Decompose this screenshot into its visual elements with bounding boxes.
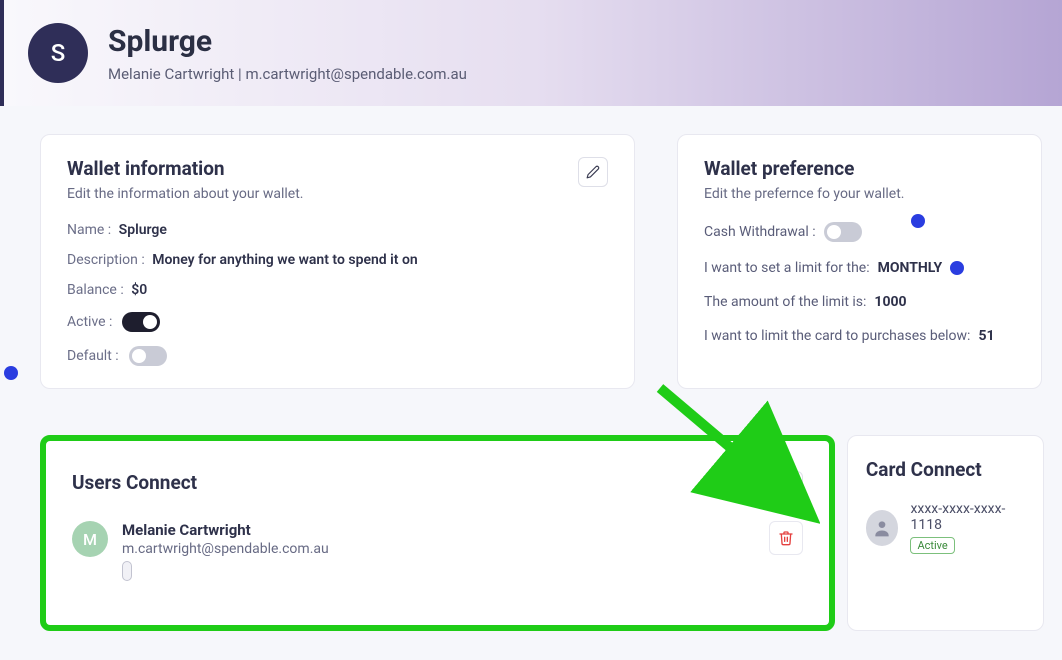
indicator-dot [950,261,964,275]
card-list-item: xxxx-xxxx-xxxx-1118 Active [866,501,1025,554]
indicator-dot [911,214,925,228]
plus-icon [780,478,796,494]
page-title: Splurge [108,24,467,59]
users-connect-title: Users Connect [72,471,197,494]
trash-icon [778,530,794,546]
wallet-pref-title: Wallet preference [704,157,1015,180]
limit-amount-value[interactable]: 1000 [874,294,906,310]
balance-label: Balance : [67,282,124,298]
user-email: m.cartwright@spendable.com.au [122,541,755,557]
description-label: Description : [67,252,145,268]
limit-period-label: I want to set a limit for the: [704,260,870,276]
edit-wallet-button[interactable] [578,157,608,187]
wallet-preference-card: Wallet preference Edit the prefernce fo … [677,134,1042,389]
wallet-avatar: S [28,23,88,83]
purchase-limit-value[interactable]: 51 [978,328,994,344]
card-connect-card: Card Connect xxxx-xxxx-xxxx-1118 Active [847,435,1044,631]
cash-withdrawal-toggle[interactable] [824,222,862,242]
default-toggle[interactable] [129,346,167,366]
card-avatar [866,510,899,546]
card-number: xxxx-xxxx-xxxx-1118 [910,501,1025,533]
description-value: Money for anything we want to spend it o… [152,252,418,268]
active-label: Active : [67,314,112,330]
users-connect-card: Users Connect M Melanie Cartwright m.car… [40,435,835,631]
status-badge: Active [910,537,954,554]
user-avatar: M [72,521,108,557]
wallet-information-card: Wallet information Edit the information … [40,134,635,389]
cash-withdrawal-label: Cash Withdrawal : [704,224,816,240]
user-name: Melanie Cartwright [122,521,755,539]
pencil-icon [586,165,600,179]
person-icon [872,518,892,538]
page-header: S Splurge Melanie Cartwright | m.cartwri… [0,0,1062,106]
wallet-info-title: Wallet information [67,157,303,180]
name-label: Name : [67,222,111,238]
balance-value: $0 [131,282,147,298]
purchase-limit-label: I want to limit the card to purchases be… [704,328,970,344]
user-list-item: M Melanie Cartwright m.cartwright@spenda… [72,521,803,585]
wallet-info-subtitle: Edit the information about your wallet. [67,186,303,202]
card-connect-title: Card Connect [866,458,1025,481]
limit-amount-label: The amount of the limit is: [704,294,866,310]
page-subtitle: Melanie Cartwright | m.cartwright@spenda… [108,65,467,83]
name-value: Splurge [119,222,167,238]
user-tag-pill [122,561,132,581]
active-toggle[interactable] [122,312,160,332]
add-user-button[interactable] [773,471,803,501]
wallet-pref-subtitle: Edit the prefernce fo your wallet. [704,186,1015,202]
limit-period-value[interactable]: MONTHLY [878,260,943,276]
default-label: Default : [67,348,119,364]
delete-user-button[interactable] [769,521,803,555]
